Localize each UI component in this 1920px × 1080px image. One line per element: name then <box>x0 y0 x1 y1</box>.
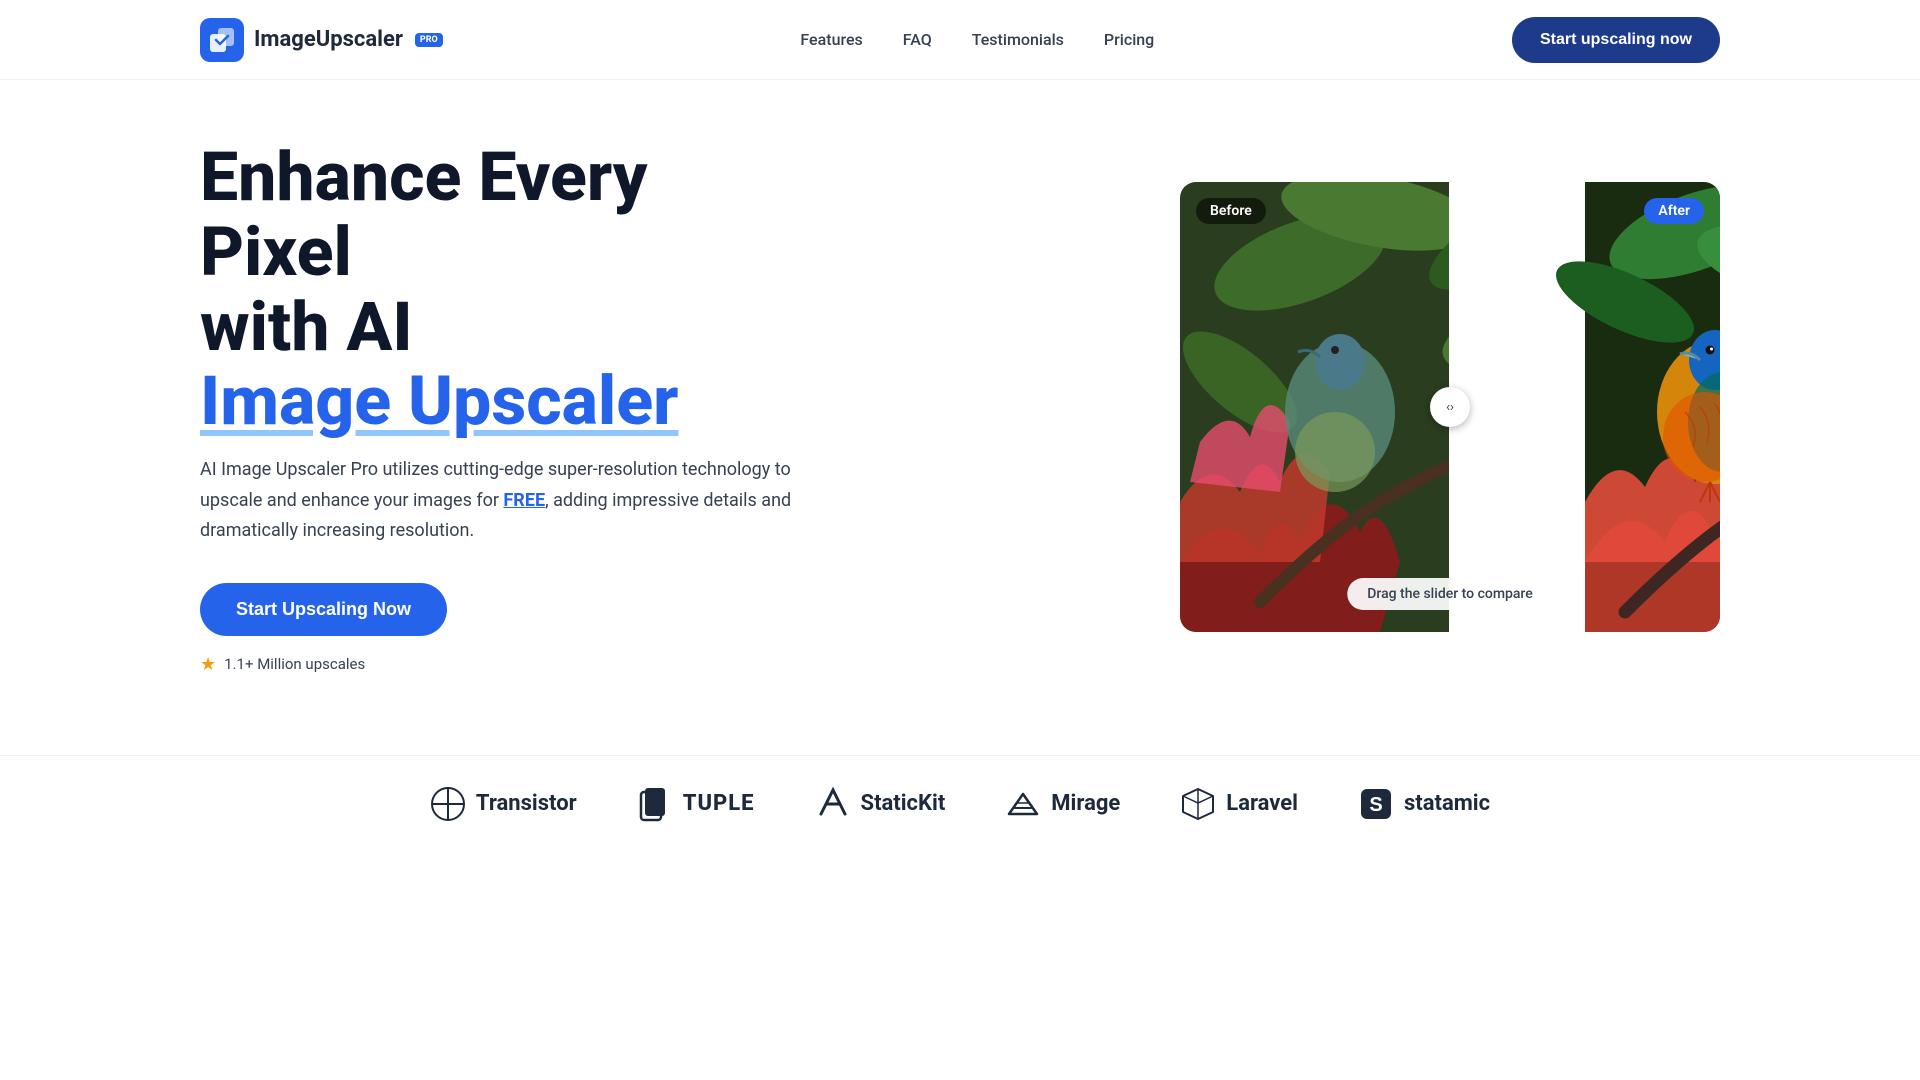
logo[interactable]: ImageUpscaler PRO <box>200 18 443 62</box>
partner-statamic: S statamic <box>1358 786 1490 822</box>
hero-title: Enhance Every Pixel with AI Image Upscal… <box>200 140 800 439</box>
nav-testimonials[interactable]: Testimonials <box>972 30 1064 49</box>
partner-statickit: StaticKit <box>815 786 946 822</box>
before-panel <box>1180 182 1450 632</box>
hero-cta-button[interactable]: Start Upscaling Now <box>200 583 447 636</box>
header-cta-button[interactable]: Start upscaling now <box>1512 17 1720 63</box>
laravel-label: Laravel <box>1226 791 1298 816</box>
laravel-icon <box>1180 786 1216 822</box>
partners-section: Transistor TUPLE StaticKit <box>0 755 1920 882</box>
mirage-label: Mirage <box>1051 791 1120 816</box>
hero-section: Enhance Every Pixel with AI Image Upscal… <box>0 80 1920 755</box>
tuple-icon <box>637 786 673 822</box>
after-image <box>1450 182 1720 632</box>
nav-faq[interactable]: FAQ <box>903 30 932 49</box>
nav-features[interactable]: Features <box>800 30 862 49</box>
logo-badge: PRO <box>415 33 443 47</box>
star-icon: ★ <box>200 654 216 675</box>
free-link[interactable]: FREE <box>503 490 545 511</box>
statamic-label: statamic <box>1404 791 1490 816</box>
main-nav: Features FAQ Testimonials Pricing <box>800 30 1154 49</box>
transistor-icon <box>430 786 466 822</box>
after-panel <box>1450 182 1720 632</box>
partner-tuple: TUPLE <box>637 786 755 822</box>
slider-arrows: ‹› <box>1446 400 1454 415</box>
statickit-label: StaticKit <box>861 791 946 816</box>
logo-icon <box>200 18 244 62</box>
transistor-label: Transistor <box>476 791 577 816</box>
social-proof: ★ 1.1+ Million upscales <box>200 654 800 675</box>
before-image <box>1180 182 1450 632</box>
hero-description: AI Image Upscaler Pro utilizes cutting-e… <box>200 455 800 547</box>
comparison-widget[interactable]: Before After ‹› Drag the slider to compa… <box>1180 182 1720 632</box>
hero-title-blue: Image Upscaler <box>200 364 800 439</box>
partner-mirage: Mirage <box>1005 786 1120 822</box>
image-comparison[interactable]: Before After ‹› Drag the slider to compa… <box>1180 182 1720 632</box>
hero-content: Enhance Every Pixel with AI Image Upscal… <box>200 140 800 675</box>
before-label: Before <box>1196 198 1266 224</box>
partner-laravel: Laravel <box>1180 786 1298 822</box>
partner-transistor: Transistor <box>430 786 577 822</box>
nav-pricing[interactable]: Pricing <box>1104 30 1154 49</box>
svg-text:S: S <box>1369 794 1382 816</box>
logo-text: ImageUpscaler <box>254 27 403 52</box>
tuple-label: TUPLE <box>683 791 755 816</box>
statickit-icon <box>815 786 851 822</box>
mirage-icon <box>1005 786 1041 822</box>
social-proof-text: 1.1+ Million upscales <box>224 655 365 673</box>
drag-hint: Drag the slider to compare <box>1347 578 1552 610</box>
statamic-icon: S <box>1358 786 1394 822</box>
after-label: After <box>1644 198 1704 224</box>
slider-handle[interactable]: ‹› <box>1430 387 1470 427</box>
